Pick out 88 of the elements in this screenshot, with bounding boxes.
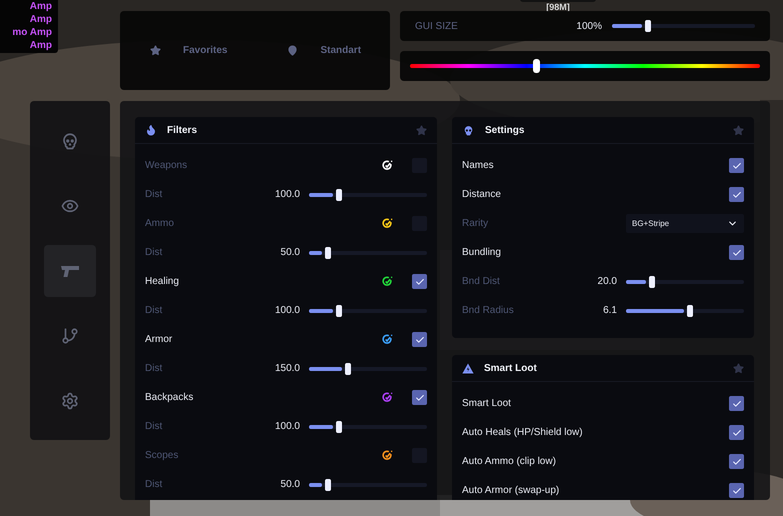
- slider-label: Dist: [145, 420, 164, 434]
- distance-tag: [98M]: [546, 2, 570, 12]
- skull-icon: [462, 124, 475, 136]
- slider-label: Dist: [145, 478, 164, 492]
- checkbox[interactable]: [412, 332, 427, 347]
- check-icon: [732, 456, 742, 466]
- card-title: Filters: [167, 124, 198, 138]
- slider-thumb[interactable]: [324, 246, 331, 258]
- slider-thumb[interactable]: [533, 59, 540, 73]
- option-label: Auto Heals (HP/Shield low): [462, 426, 584, 440]
- filter-label: Scopes: [145, 449, 180, 463]
- slider-value: 6.1: [602, 304, 617, 318]
- slider-value: 100.0: [274, 304, 300, 318]
- esp-label: mo Amp: [12, 26, 52, 39]
- filter-label: Backpacks: [145, 391, 194, 405]
- hue-slider[interactable]: [410, 59, 760, 73]
- option-label: Bundling: [462, 246, 502, 260]
- option-label: Rarity: [462, 217, 490, 231]
- filter-label: Healing: [145, 275, 180, 289]
- check-icon: [732, 398, 742, 408]
- check-icon: [732, 248, 742, 258]
- slider-value: 100.0: [274, 188, 300, 202]
- slider-label: Bnd Dist: [462, 275, 501, 289]
- card-title: Settings: [485, 124, 526, 138]
- check-icon: [414, 276, 424, 286]
- slider-thumb[interactable]: [336, 304, 342, 316]
- filter-label: Armor: [145, 333, 174, 347]
- esp-label: Amp: [30, 0, 52, 13]
- slider-thumb[interactable]: [686, 304, 693, 316]
- checkbox[interactable]: [412, 274, 427, 289]
- option-label: Smart Loot: [462, 397, 512, 411]
- slider-thumb[interactable]: [648, 276, 655, 288]
- slider-value: 20.0: [596, 275, 617, 289]
- triangle-bolt-icon: [462, 362, 474, 374]
- checkbox[interactable]: [729, 483, 744, 498]
- option-label: Auto Ammo (clip low): [462, 455, 557, 469]
- slider-label: Bnd Radius: [462, 304, 515, 318]
- slider-label: Dist: [145, 188, 164, 202]
- slider-thumb[interactable]: [644, 20, 651, 32]
- slider-thumb[interactable]: [336, 188, 342, 200]
- slider-value: 150.0: [274, 362, 300, 376]
- card-title: Smart Loot: [484, 362, 538, 376]
- slider-thumb[interactable]: [336, 420, 342, 432]
- check-icon: [732, 486, 742, 496]
- check-icon: [414, 334, 424, 344]
- slider-thumb[interactable]: [324, 478, 331, 490]
- check-icon: [732, 190, 742, 200]
- option-label: Auto Armor (swap-up): [462, 484, 560, 498]
- filter-label: Ammo: [145, 217, 175, 231]
- star-icon[interactable]: [733, 362, 744, 374]
- checkbox[interactable]: [729, 396, 744, 411]
- map-pin-icon: [287, 45, 298, 56]
- option-label: Distance: [462, 188, 502, 202]
- sidebar-tab[interactable]: [44, 245, 96, 297]
- esp-label: Amp: [30, 13, 52, 26]
- gui-size-label: GUI SIZE: [415, 20, 459, 34]
- checkbox[interactable]: [729, 158, 744, 173]
- slider-label: Dist: [145, 304, 164, 318]
- check-icon: [732, 160, 742, 170]
- checkbox[interactable]: [729, 454, 744, 469]
- branch-icon: [61, 327, 79, 345]
- quick-button[interactable]: Favorites: [150, 43, 228, 58]
- gui-size-value: 100%: [576, 20, 602, 34]
- checkbox[interactable]: [729, 425, 744, 440]
- slider-label: Dist: [145, 246, 164, 260]
- star-icon[interactable]: [416, 124, 427, 136]
- check-icon: [732, 428, 742, 438]
- flame-icon: [145, 124, 157, 136]
- check-icon: [414, 392, 424, 402]
- quick-button[interactable]: Standart: [287, 43, 362, 58]
- checkbox[interactable]: [729, 187, 744, 202]
- eye-icon: [61, 197, 79, 215]
- slider-value: 50.0: [280, 246, 300, 260]
- checkbox[interactable]: [412, 390, 427, 405]
- checkbox[interactable]: [729, 245, 744, 260]
- gear-icon: [61, 392, 79, 410]
- slider-value: 50.0: [280, 478, 300, 492]
- star-icon[interactable]: [733, 124, 744, 136]
- slider-label: Dist: [145, 362, 164, 376]
- esp-label: Amp: [30, 39, 52, 52]
- slider-value: 100.0: [274, 420, 300, 434]
- star-icon: [150, 45, 161, 56]
- option-label: Names: [462, 159, 495, 173]
- rarity-dropdown[interactable]: BG+Stripe: [626, 214, 744, 233]
- pistol-icon: [60, 264, 80, 278]
- slider-thumb[interactable]: [344, 362, 351, 374]
- filter-label: Weapons: [145, 159, 188, 173]
- skull-icon: [61, 132, 79, 150]
